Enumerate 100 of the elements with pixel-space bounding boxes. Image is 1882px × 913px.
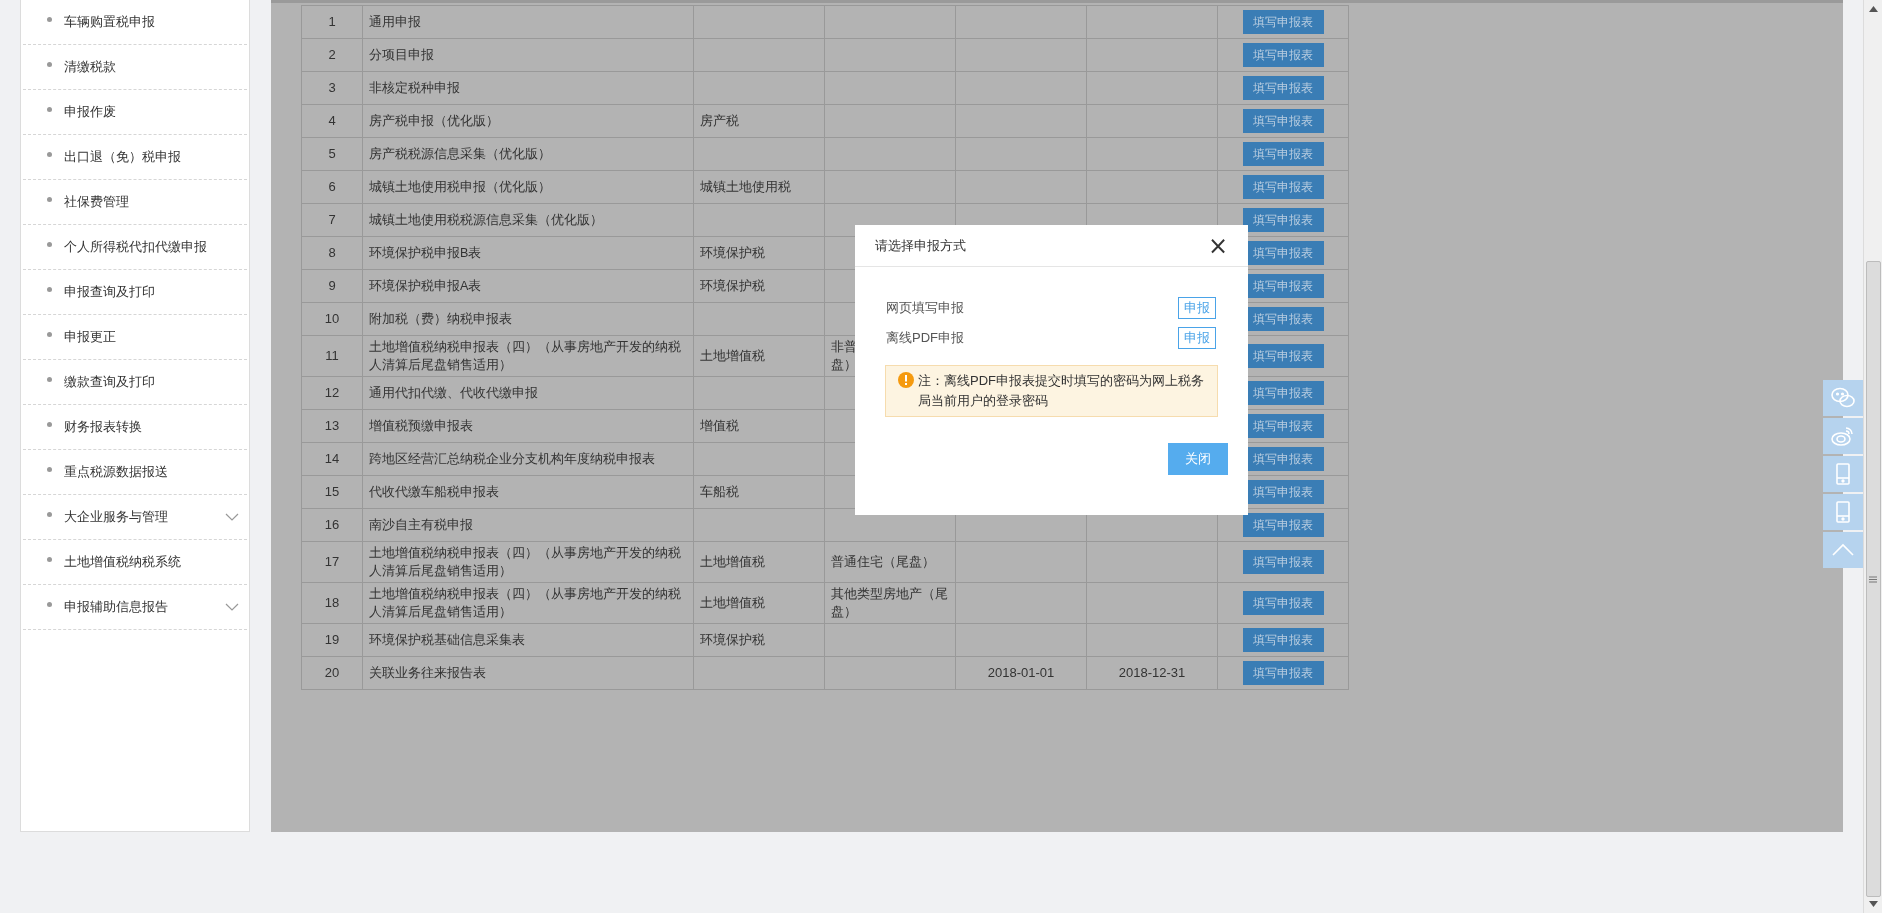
close-dialog-button[interactable]: 关闭 <box>1168 443 1228 475</box>
table-cell: 增值税 <box>700 418 739 434</box>
table-cell: 关联业务往来报告表 <box>369 666 486 680</box>
dialog-title: 请选择申报方式 <box>875 236 966 255</box>
float-tool-button[interactable] <box>1823 532 1863 568</box>
table-cell: 南沙自主有税申报 <box>369 518 473 532</box>
table-cell: 房产税 <box>700 113 739 129</box>
table-cell: 房产税申报（优化版） <box>369 114 499 128</box>
table-cell-text: 盘） <box>831 356 858 374</box>
table-cell: 环境保护税 <box>700 632 765 648</box>
table-cell: 环境保护税申报A表 <box>369 279 482 293</box>
row-number: 10 <box>324 311 340 327</box>
bullet-icon <box>47 421 52 427</box>
row-number: 7 <box>328 212 336 228</box>
float-tool-button[interactable] <box>1823 456 1863 492</box>
float-tool-button[interactable] <box>1823 418 1863 454</box>
fill-form-button[interactable]: 填写申报表 <box>1242 661 1324 685</box>
table-cell: 车船税 <box>700 484 739 500</box>
table-cell: 分项目申报 <box>369 48 434 62</box>
table-cell: 城镇土地使用税申报（优化版） <box>369 180 551 194</box>
chevron-down-icon <box>225 603 239 611</box>
row-number: 15 <box>324 484 340 500</box>
table-cell: 跨地区经营汇总纳税企业分支机构年度纳税申报表 <box>369 452 655 466</box>
row-number: 14 <box>324 451 340 467</box>
table-cell: 房产税税源信息采集（优化版） <box>369 147 551 161</box>
table-cell: 环境保护税申报B表 <box>369 246 482 260</box>
bullet-icon <box>47 241 52 247</box>
fill-form-button[interactable]: 填写申报表 <box>1242 43 1324 67</box>
row-number: 9 <box>328 278 336 294</box>
table-cell: 土地增值税 <box>700 595 765 611</box>
fill-form-button[interactable]: 填写申报表 <box>1242 550 1324 574</box>
close-button[interactable]: × <box>1207 233 1228 258</box>
bullet-icon <box>47 196 52 202</box>
fill-form-button[interactable]: 填写申报表 <box>1242 10 1324 34</box>
sidebar-item[interactable]: 出口退（免）税申报 <box>23 135 247 180</box>
bullet-icon <box>47 16 52 22</box>
table-cell: 普通住宅（尾盘） <box>831 554 935 569</box>
sidebar-item[interactable]: 财务报表转换 <box>23 405 247 450</box>
declare-button[interactable]: 申报 <box>1178 327 1216 349</box>
sidebar-item[interactable]: 社保费管理 <box>23 180 247 225</box>
scroll-up-icon <box>1868 6 1878 12</box>
table-cell: 2018-12-31 <box>1118 665 1186 681</box>
table-cell: 环境保护税基础信息采集表 <box>369 633 525 647</box>
table-cell: 土地增值税纳税申报表（四）（从事房地产开发的纳税人清算后尾盘销售适用） <box>369 340 681 372</box>
float-tool-button[interactable] <box>1823 494 1863 530</box>
scrollbar[interactable] <box>1863 0 1882 913</box>
sidebar-item[interactable]: 个人所得税代扣代缴申报 <box>23 225 247 270</box>
sidebar-item[interactable]: 车辆购置税申报 <box>23 0 247 45</box>
table-cell: 其他类型房地产（尾盘） <box>831 586 948 619</box>
sidebar-item[interactable]: 申报作废 <box>23 90 247 135</box>
bullet-icon <box>47 601 52 607</box>
bullet-icon <box>47 151 52 157</box>
fill-form-button[interactable]: 填写申报表 <box>1242 208 1324 232</box>
table-cell: 土地增值税 <box>700 554 765 570</box>
fill-form-button[interactable]: 填写申报表 <box>1242 513 1324 537</box>
row-number: 17 <box>324 554 340 570</box>
grip-icon <box>1869 575 1877 583</box>
row-number: 18 <box>324 595 340 611</box>
scrollbar-thumb[interactable] <box>1865 261 1881 897</box>
table-cell: 增值税预缴申报表 <box>369 419 473 433</box>
row-number: 3 <box>328 80 336 96</box>
float-tool-button[interactable] <box>1823 380 1863 416</box>
option-label: 网页填写申报 <box>886 299 964 318</box>
row-number: 20 <box>324 665 340 681</box>
table-cell: 土地增值税纳税申报表（四）（从事房地产开发的纳税人清算后尾盘销售适用） <box>369 546 681 578</box>
table-cell: 环境保护税 <box>700 278 765 294</box>
warning-icon <box>898 372 914 388</box>
fill-form-button[interactable]: 填写申报表 <box>1242 591 1324 615</box>
sidebar-item[interactable]: 重点税源数据报送 <box>23 450 247 495</box>
row-number: 6 <box>328 179 336 195</box>
sidebar-item[interactable]: 大企业服务与管理 <box>23 495 247 540</box>
fill-form-button[interactable]: 填写申报表 <box>1242 76 1324 100</box>
row-number: 12 <box>324 385 340 401</box>
scroll-down-icon <box>1868 901 1878 907</box>
table-cell: 土地增值税 <box>700 348 765 364</box>
table-cell: 附加税（费）纳税申报表 <box>369 312 512 326</box>
table-cell: 2018-01-01 <box>987 665 1055 681</box>
declare-button[interactable]: 申报 <box>1178 297 1216 319</box>
sidebar-item[interactable]: 土地增值税纳税系统 <box>23 540 247 585</box>
bullet-icon <box>47 61 52 67</box>
fill-form-button[interactable]: 填写申报表 <box>1242 142 1324 166</box>
sidebar-item[interactable]: 申报辅助信息报告 <box>23 585 247 630</box>
table-cell: 非核定税种申报 <box>369 81 460 95</box>
row-number: 5 <box>328 146 336 162</box>
fill-form-button[interactable]: 填写申报表 <box>1242 109 1324 133</box>
fill-form-button[interactable]: 填写申报表 <box>1242 175 1324 199</box>
chevron-down-icon <box>225 513 239 521</box>
sidebar-item[interactable]: 缴款查询及打印 <box>23 360 247 405</box>
sidebar-item[interactable]: 申报查询及打印 <box>23 270 247 315</box>
table-cell: 环境保护税 <box>700 245 765 261</box>
table-cell: 通用代扣代缴、代收代缴申报 <box>369 386 538 400</box>
table-cell: 城镇土地使用税 <box>700 179 791 195</box>
bullet-icon <box>47 286 52 292</box>
row-number: 1 <box>328 14 336 30</box>
fill-form-button[interactable]: 填写申报表 <box>1242 628 1324 652</box>
table-cell: 土地增值税纳税申报表（四）（从事房地产开发的纳税人清算后尾盘销售适用） <box>369 587 681 619</box>
row-number: 11 <box>325 348 339 364</box>
row-number: 4 <box>328 113 336 129</box>
sidebar-item[interactable]: 申报更正 <box>23 315 247 360</box>
sidebar-item[interactable]: 清缴税款 <box>23 45 247 90</box>
